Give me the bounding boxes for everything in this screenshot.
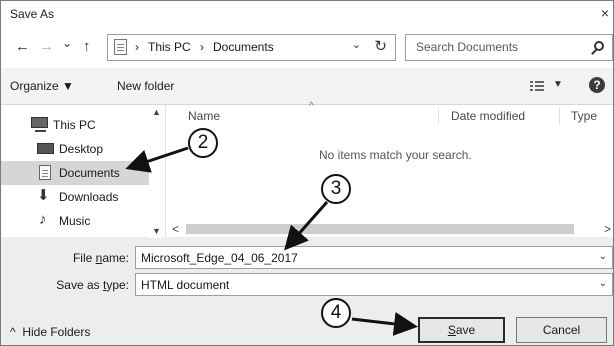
nav-item-label: Downloads: [59, 190, 119, 204]
nav-item-label: Music: [59, 214, 91, 228]
breadcrumb-separator: ›: [200, 40, 204, 54]
nav-pane-scrollbar[interactable]: ▲ ▼: [149, 105, 164, 238]
chevron-down-icon[interactable]: ⌄: [599, 278, 607, 289]
empty-folder-message: No items match your search.: [319, 148, 472, 162]
column-divider[interactable]: [438, 107, 439, 125]
nav-item-label: Desktop: [59, 142, 104, 156]
window-title: Save As: [10, 7, 55, 21]
scroll-right-icon[interactable]: >: [604, 222, 611, 236]
chevron-down-icon[interactable]: ⌄: [599, 251, 607, 262]
help-icon[interactable]: ?: [589, 77, 605, 93]
collapse-caret-icon: ^: [10, 325, 16, 339]
scrollbar-thumb[interactable]: [186, 224, 574, 234]
scroll-left-icon[interactable]: <: [172, 222, 179, 236]
save-as-type-select[interactable]: HTML document ⌄: [135, 273, 613, 296]
cancel-button[interactable]: Cancel: [516, 317, 607, 343]
command-bar: Organize ▼ New folder ▼ ?: [1, 68, 613, 104]
save-as-type-label: Save as type:: [56, 278, 129, 292]
horizontal-scrollbar[interactable]: < >: [166, 221, 613, 237]
file-list: ^ Name Date modified Type No items match…: [165, 101, 613, 237]
address-dropdown-chevron-icon[interactable]: ⌄: [352, 38, 361, 51]
column-divider[interactable]: [559, 107, 560, 125]
up-arrow-icon[interactable]: ↑: [83, 38, 91, 56]
callout-step-3: 3: [321, 174, 351, 204]
nav-item-desktop[interactable]: Desktop: [1, 137, 151, 161]
column-header-type[interactable]: Type: [571, 109, 597, 123]
nav-item-music[interactable]: ♪ Music: [1, 209, 151, 233]
save-button[interactable]: Save: [418, 317, 505, 343]
file-name-field[interactable]: Microsoft_Edge_04_06_2017 ⌄: [135, 246, 613, 269]
search-icon[interactable]: [594, 41, 604, 51]
callout-step-2: 2: [188, 128, 218, 158]
scroll-up-icon[interactable]: ▲: [152, 107, 161, 117]
nav-item-this-pc[interactable]: This PC: [1, 113, 151, 137]
sort-ascending-icon: ^: [309, 101, 314, 112]
annotation-arrow-4: [351, 311, 418, 336]
hide-folders-button[interactable]: ^ Hide Folders: [10, 325, 90, 339]
nav-item-label: Documents: [59, 166, 120, 180]
back-arrow-icon[interactable]: ←: [15, 38, 30, 56]
column-header-name[interactable]: Name: [188, 109, 220, 123]
documents-icon: [39, 165, 51, 180]
file-name-value[interactable]: Microsoft_Edge_04_06_2017: [141, 251, 298, 265]
save-as-type-value[interactable]: HTML document: [141, 278, 229, 292]
documents-folder-icon: [114, 39, 127, 55]
breadcrumb-documents[interactable]: Documents: [213, 40, 274, 54]
download-icon: ⬇: [37, 187, 50, 204]
close-icon[interactable]: ×: [601, 4, 609, 22]
new-folder-button[interactable]: New folder: [117, 79, 174, 93]
nav-item-documents[interactable]: Documents: [1, 161, 151, 185]
title-bar: Save As ×: [1, 1, 613, 28]
view-dropdown-icon[interactable]: ▼: [553, 79, 563, 90]
forward-arrow-icon[interactable]: →: [39, 38, 54, 56]
address-row: ← → ⌄ ↑ › This PC › Documents ⌄ ↻ Search…: [1, 28, 613, 68]
breadcrumb-this-pc[interactable]: This PC: [148, 40, 191, 54]
scroll-down-icon[interactable]: ▼: [152, 226, 161, 236]
save-as-dialog: Save As × ← → ⌄ ↑ › This PC › Documents …: [0, 0, 614, 346]
breadcrumb-separator: ›: [135, 40, 139, 54]
callout-step-4: 4: [321, 298, 351, 328]
computer-icon: [31, 117, 48, 132]
music-icon: ♪: [39, 211, 47, 228]
refresh-icon[interactable]: ↻: [374, 37, 387, 55]
nav-item-label: This PC: [53, 118, 96, 132]
recent-locations-chevron-icon[interactable]: ⌄: [62, 34, 72, 52]
nav-item-downloads[interactable]: ⬇ Downloads: [1, 185, 151, 209]
search-input[interactable]: Search Documents: [416, 40, 518, 54]
address-bar[interactable]: › This PC › Documents ⌄ ↻: [107, 34, 396, 61]
hide-folders-label: Hide Folders: [22, 325, 91, 339]
view-options-icon[interactable]: [530, 80, 544, 92]
search-box[interactable]: Search Documents: [405, 34, 613, 61]
navigation-pane: This PC Desktop Documents ⬇ Downloads ♪ …: [1, 104, 165, 238]
column-header-date-modified[interactable]: Date modified: [451, 109, 525, 123]
file-name-label: File name:: [72, 251, 129, 265]
desktop-icon: [37, 143, 54, 154]
organize-button[interactable]: Organize ▼: [10, 79, 74, 93]
